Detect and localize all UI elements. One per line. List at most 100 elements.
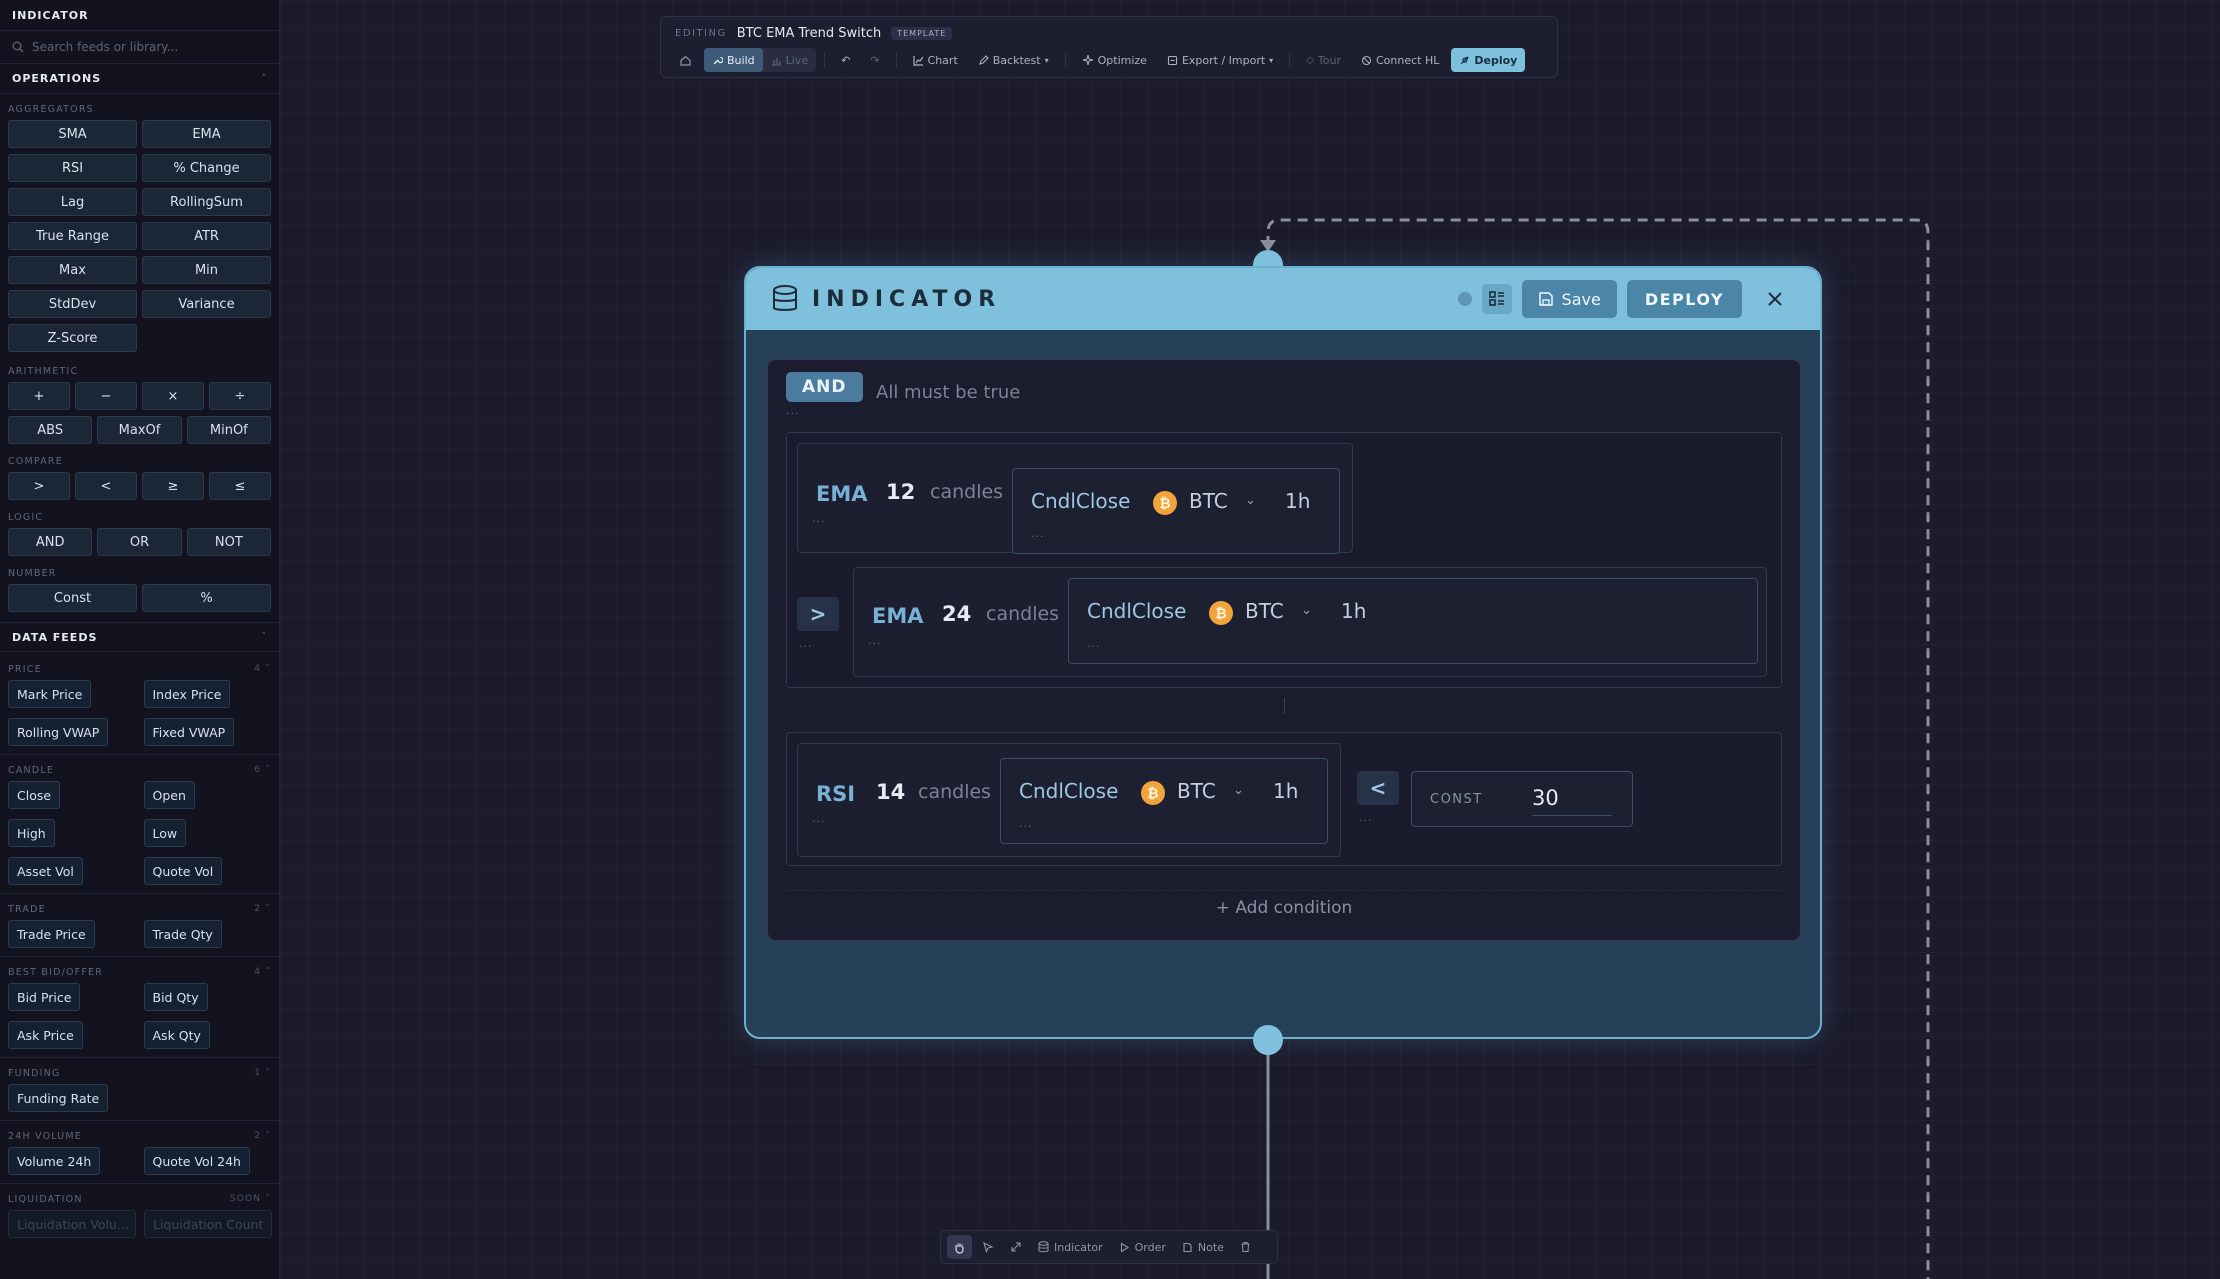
feed-rolling-vwap[interactable]: Rolling VWAP	[8, 718, 109, 746]
save-button[interactable]: Save	[1521, 280, 1617, 318]
logic-group[interactable]: AND All must be true ... EMA 12 candles …	[766, 358, 1802, 942]
op-subtract[interactable]: −	[75, 382, 137, 410]
source-selector[interactable]: CndlClose ₿ BTC ⌄ 1h ...	[1068, 578, 1758, 664]
op-divide[interactable]: ÷	[209, 382, 271, 410]
period-input[interactable]: 12	[886, 480, 915, 504]
select-tool-button[interactable]	[976, 1235, 1000, 1259]
op-pct-change[interactable]: % Change	[142, 154, 271, 182]
ema-12-block[interactable]: EMA 12 candles ... CndlClose ₿ BTC ⌄ 1h …	[797, 443, 1353, 554]
block-menu-dots[interactable]: ...	[812, 512, 826, 525]
op-or[interactable]: OR	[97, 528, 182, 556]
optimize-button[interactable]: Optimize	[1074, 48, 1155, 72]
logic-menu-dots[interactable]: ...	[786, 404, 800, 417]
op-minof[interactable]: MinOf	[186, 416, 271, 444]
op-add[interactable]: +	[8, 382, 70, 410]
const-value-input[interactable]: 30	[1532, 786, 1612, 816]
const-block[interactable]: CONST 30	[1411, 771, 1633, 827]
op-rsi[interactable]: RSI	[8, 154, 137, 182]
layout-toggle-button[interactable]	[1481, 284, 1512, 314]
feed-fixed-vwap[interactable]: Fixed VWAP	[143, 718, 235, 746]
feed-asset-vol[interactable]: Asset Vol	[8, 857, 83, 885]
feed-bid-price[interactable]: Bid Price	[8, 983, 81, 1011]
op-gte[interactable]: ≥	[142, 472, 204, 500]
period-input[interactable]: 14	[876, 780, 905, 804]
op-and[interactable]: AND	[8, 528, 93, 556]
op-not[interactable]: NOT	[186, 528, 271, 556]
feed-index-price[interactable]: Index Price	[143, 680, 231, 708]
op-const[interactable]: Const	[8, 584, 137, 612]
feed-high[interactable]: High	[8, 819, 55, 847]
op-multiply[interactable]: ×	[142, 382, 204, 410]
op-stddev[interactable]: StdDev	[8, 290, 137, 318]
chevron-down-icon[interactable]: ⌄	[1301, 603, 1312, 618]
pan-tool-button[interactable]	[947, 1235, 972, 1259]
feed-ask-qty[interactable]: Ask Qty	[143, 1021, 210, 1049]
source-selector[interactable]: CndlClose ₿ BTC ⌄ 1h ...	[1012, 468, 1340, 554]
add-order-button[interactable]: Order	[1113, 1235, 1172, 1259]
op-sma[interactable]: SMA	[8, 120, 137, 148]
deploy-toolbar-button[interactable]: Deploy	[1451, 48, 1526, 72]
section-operations[interactable]: OPERATIONS ˄	[0, 64, 279, 94]
op-max[interactable]: Max	[8, 256, 137, 284]
delete-button[interactable]	[1234, 1235, 1257, 1259]
feed-trade-qty[interactable]: Trade Qty	[143, 920, 222, 948]
compare-operator[interactable]: <	[1357, 771, 1399, 805]
backtest-button[interactable]: Backtest ▾	[970, 48, 1057, 72]
block-menu-dots[interactable]: ...	[812, 812, 826, 825]
undo-button[interactable]: ↶	[833, 48, 858, 72]
asset-select[interactable]: BTC	[1177, 779, 1216, 803]
timeframe-select[interactable]: 1h	[1273, 779, 1298, 803]
add-condition-button[interactable]: + Add condition	[786, 890, 1782, 924]
fit-view-button[interactable]	[1004, 1235, 1028, 1259]
op-percent[interactable]: %	[142, 584, 271, 612]
chart-button[interactable]: Chart	[905, 48, 966, 72]
asset-select[interactable]: BTC	[1189, 489, 1228, 513]
operator-menu-dots[interactable]: ...	[799, 637, 813, 650]
search-input[interactable]: Search feeds or library...	[32, 40, 178, 54]
compare-operator[interactable]: >	[797, 597, 839, 631]
node-output-port[interactable]	[1253, 1025, 1283, 1055]
feed-mark-price[interactable]: Mark Price	[8, 680, 92, 708]
feed-low[interactable]: Low	[143, 819, 187, 847]
timeframe-select[interactable]: 1h	[1341, 599, 1366, 623]
logic-operator-pill[interactable]: AND	[786, 372, 863, 402]
block-menu-dots[interactable]: ...	[868, 634, 882, 647]
op-lt[interactable]: <	[75, 472, 137, 500]
ema-24-block[interactable]: EMA 24 candles ... CndlClose ₿ BTC ⌄ 1h …	[853, 567, 1767, 677]
feed-quote-vol[interactable]: Quote Vol	[143, 857, 223, 885]
chevron-down-icon[interactable]: ⌄	[1245, 493, 1256, 508]
period-input[interactable]: 24	[942, 602, 971, 626]
feed-volume-24h[interactable]: Volume 24h	[8, 1147, 101, 1175]
feed-ask-price[interactable]: Ask Price	[8, 1021, 83, 1049]
op-gt[interactable]: >	[8, 472, 70, 500]
chevron-down-icon[interactable]: ⌄	[1233, 783, 1244, 798]
add-note-button[interactable]: Note	[1176, 1235, 1230, 1259]
source-menu-dots[interactable]: ...	[1031, 527, 1045, 540]
source-selector[interactable]: CndlClose ₿ BTC ⌄ 1h ...	[1000, 758, 1328, 844]
feed-bid-qty[interactable]: Bid Qty	[143, 983, 208, 1011]
node-deploy-button[interactable]: DEPLOY	[1626, 280, 1742, 318]
condition-1[interactable]: EMA 12 candles ... CndlClose ₿ BTC ⌄ 1h …	[786, 432, 1782, 688]
source-menu-dots[interactable]: ...	[1087, 637, 1101, 650]
asset-select[interactable]: BTC	[1245, 599, 1284, 623]
feed-quote-vol-24h[interactable]: Quote Vol 24h	[143, 1147, 250, 1175]
op-ema[interactable]: EMA	[142, 120, 271, 148]
feed-funding-rate[interactable]: Funding Rate	[8, 1084, 109, 1112]
op-maxof[interactable]: MaxOf	[97, 416, 182, 444]
timeframe-select[interactable]: 1h	[1285, 489, 1310, 513]
close-button[interactable]	[1760, 284, 1790, 314]
op-zscore[interactable]: Z-Score	[8, 324, 137, 352]
live-mode-button[interactable]: Live	[763, 48, 816, 72]
redo-button[interactable]: ↷	[862, 48, 887, 72]
source-menu-dots[interactable]: ...	[1019, 817, 1033, 830]
section-data-feeds[interactable]: DATA FEEDS ˄	[0, 622, 279, 652]
op-lag[interactable]: Lag	[8, 188, 137, 216]
condition-2[interactable]: RSI 14 candles ... CndlClose ₿ BTC ⌄ 1h …	[786, 732, 1782, 866]
op-rollingsum[interactable]: RollingSum	[142, 188, 271, 216]
add-indicator-button[interactable]: Indicator	[1032, 1235, 1109, 1259]
op-true-range[interactable]: True Range	[8, 222, 137, 250]
export-import-button[interactable]: Export / Import ▾	[1159, 48, 1281, 72]
op-min[interactable]: Min	[142, 256, 271, 284]
indicator-node[interactable]: INDICATOR Save DEPLOY AND All must be tr…	[744, 266, 1822, 1039]
home-button[interactable]	[671, 48, 700, 72]
